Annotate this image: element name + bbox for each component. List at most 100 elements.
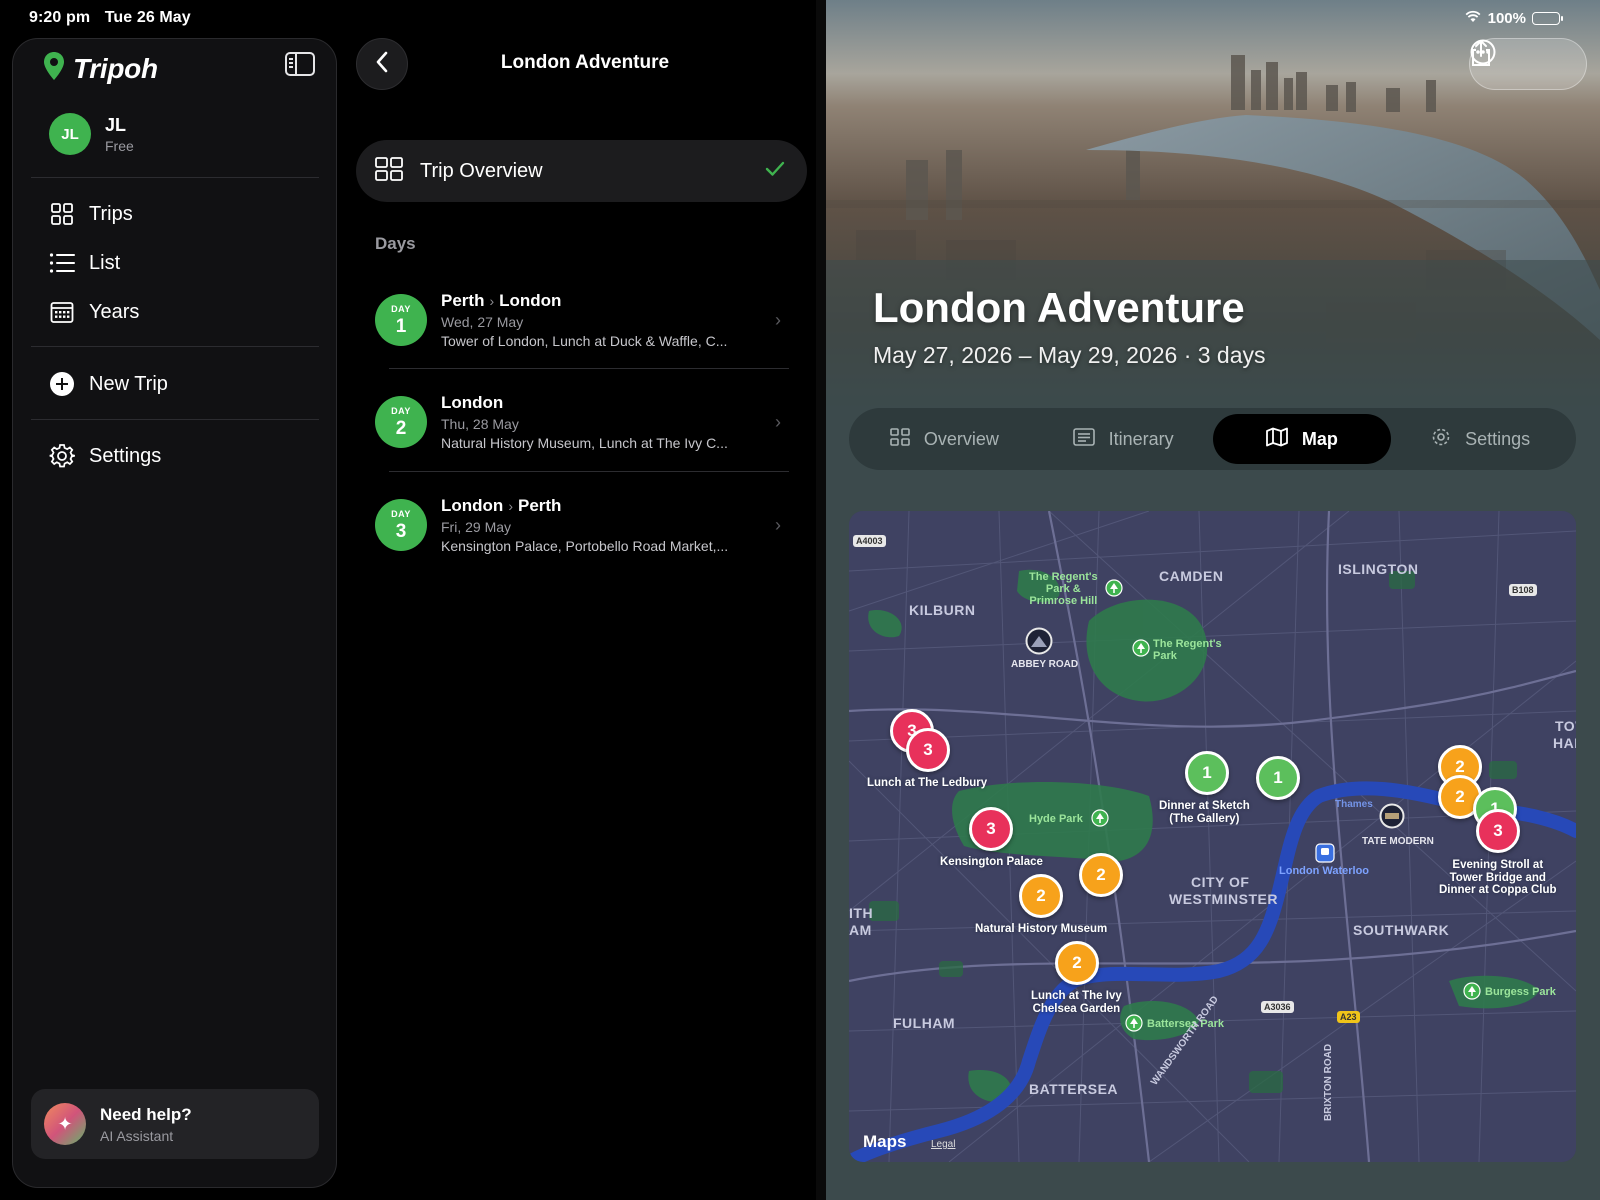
sparkle-icon: ✦ [44, 1103, 86, 1145]
poi-label: London Waterloo [1279, 865, 1370, 877]
tab-itinerary[interactable]: Itinerary [1034, 414, 1213, 464]
day-date: Fri, 29 May [441, 519, 512, 535]
status-time: 9:20 pm [29, 9, 91, 26]
brand: Tripoh [43, 51, 158, 86]
divider [31, 419, 319, 420]
day-badge-number: 2 [395, 417, 407, 439]
hero-actions [1469, 38, 1587, 90]
divider [31, 177, 319, 178]
tab-overview[interactable]: Overview [855, 414, 1034, 464]
back-button[interactable] [356, 38, 408, 90]
poi-label: ABBEY ROAD [1011, 659, 1079, 670]
status-bar-right: 100% [1464, 9, 1563, 27]
area-label: CAMDEN [1159, 568, 1224, 584]
day-badge-label: DAY [391, 508, 411, 519]
day-from: London [441, 393, 504, 412]
map-pin[interactable]: 3 [1476, 809, 1520, 853]
chevron-right-icon: › [489, 293, 495, 309]
user-name: JL [105, 114, 127, 135]
day-title: London [441, 393, 775, 413]
divider [31, 346, 319, 347]
poi-label: Hyde Park [1029, 813, 1083, 825]
area-label: KILBURN [909, 602, 976, 618]
tab-label: Settings [1465, 428, 1531, 449]
road-tag: A23 [1337, 1011, 1360, 1023]
new-trip-label: New Trip [89, 372, 168, 395]
day-summary: Kensington Palace, Portobello Road Marke… [441, 538, 729, 554]
sidebar-item-label: List [89, 251, 121, 274]
trip-map[interactable]: CAMDEN ISLINGTON KILBURN CITY OF WESTMIN… [849, 511, 1576, 1162]
tab-label: Itinerary [1108, 428, 1174, 449]
road-tag: A3036 [1261, 1001, 1294, 1013]
tab-map[interactable]: Map [1212, 414, 1392, 464]
map-pin[interactable]: 2 [1055, 941, 1099, 985]
day-badge: DAY 3 [375, 499, 427, 551]
area-label: ISLINGTON [1338, 561, 1419, 577]
poi-label: The Regent's Park & Primrose Hill [1029, 571, 1098, 608]
plus-circle-icon [49, 371, 75, 397]
chevron-right-icon: › [775, 411, 781, 432]
battery-icon [1532, 11, 1563, 25]
new-trip-button[interactable]: New Trip [49, 371, 168, 397]
avatar: JL [49, 113, 91, 155]
grid-icon [374, 156, 404, 187]
poi-label: Battersea Park [1147, 1018, 1225, 1030]
day-list-item[interactable]: DAY 3 London › Perth Fri, 29 May Kensingto… [375, 473, 789, 577]
map-pin[interactable]: 1 [1185, 751, 1229, 795]
road-tag: A4003 [853, 535, 886, 547]
area-label: WESTMINSTER [1169, 891, 1278, 907]
pin-label: Lunch at The Ledbury [867, 777, 988, 789]
day-badge-label: DAY [391, 303, 411, 314]
legal-link[interactable]: Legal [931, 1139, 955, 1150]
chevron-right-icon: › [775, 514, 781, 535]
pin-label: Dinner at Sketch (The Gallery) [1159, 800, 1250, 825]
sidebar-item-label: Years [89, 300, 140, 323]
sidebar: Tripoh JL JL Free Trips List Years New T… [12, 38, 337, 1188]
checkmark-icon [765, 161, 785, 182]
help-title: Need help? [100, 1104, 192, 1124]
gear-icon [49, 443, 75, 469]
sidebar-item-years[interactable]: Years [49, 299, 139, 325]
tab-label: Map [1301, 428, 1338, 449]
apple-maps-logo: Maps [863, 1132, 906, 1152]
day-summary: Tower of London, Lunch at Duck & Waffle,… [441, 333, 728, 349]
sidebar-item-list[interactable]: List [49, 250, 120, 276]
day-badge-number: 3 [395, 520, 407, 542]
pin-label: Lunch at The Ivy Chelsea Garden [1031, 990, 1122, 1015]
trip-dates: May 27, 2026 – May 29, 2026 · 3 days [873, 342, 1266, 368]
hero-image: London Adventure May 27, 2026 – May 29, … [826, 0, 1600, 410]
map-pin[interactable]: 2 [1019, 874, 1063, 918]
map-pin[interactable]: 3 [969, 807, 1013, 851]
ai-assistant-button[interactable]: ✦ Need help? AI Assistant [31, 1089, 319, 1159]
days-section-label: Days [375, 234, 416, 253]
day-badge: DAY 1 [375, 294, 427, 346]
sidebar-item-label: Trips [89, 202, 133, 225]
trip-detail-panel: London Adventure May 27, 2026 – May 29, … [826, 0, 1600, 1200]
day-date: Wed, 27 May [441, 314, 524, 330]
map-pin[interactable]: 1 [1256, 756, 1300, 800]
trip-title: London Adventure [873, 284, 1245, 331]
day-to: London [499, 291, 562, 310]
area-label: SOUTHWARK [1353, 922, 1450, 938]
day-list-item[interactable]: DAY 1 Perth › London Wed, 27 May Tower of … [375, 268, 789, 372]
day-title: London › Perth [441, 496, 775, 516]
sidebar-item-settings[interactable]: Settings [49, 443, 161, 469]
area-label: FULHAM [893, 1015, 956, 1031]
location-pin-icon [43, 51, 65, 86]
day-list-item[interactable]: DAY 2 London Thu, 28 May Natural History… [375, 370, 789, 474]
status-date: Tue 26 May [104, 9, 191, 26]
trip-overview-item[interactable]: Trip Overview [356, 140, 807, 202]
battery-percent: 100% [1487, 9, 1526, 27]
sidebar-toggle-icon[interactable] [285, 52, 315, 76]
map-pin[interactable]: 3 [906, 728, 950, 772]
user-profile[interactable]: JL JL Free [49, 113, 134, 155]
map-pin[interactable]: 2 [1079, 853, 1123, 897]
divider [389, 368, 789, 369]
day-badge-label: DAY [391, 405, 411, 416]
sidebar-item-trips[interactable]: Trips [49, 201, 133, 227]
area-label: AM [849, 922, 872, 938]
tab-settings[interactable]: Settings [1391, 414, 1570, 464]
pin-label: Natural History Museum [975, 923, 1108, 935]
chevron-right-icon: › [775, 309, 781, 330]
day-from: Perth [441, 291, 485, 310]
